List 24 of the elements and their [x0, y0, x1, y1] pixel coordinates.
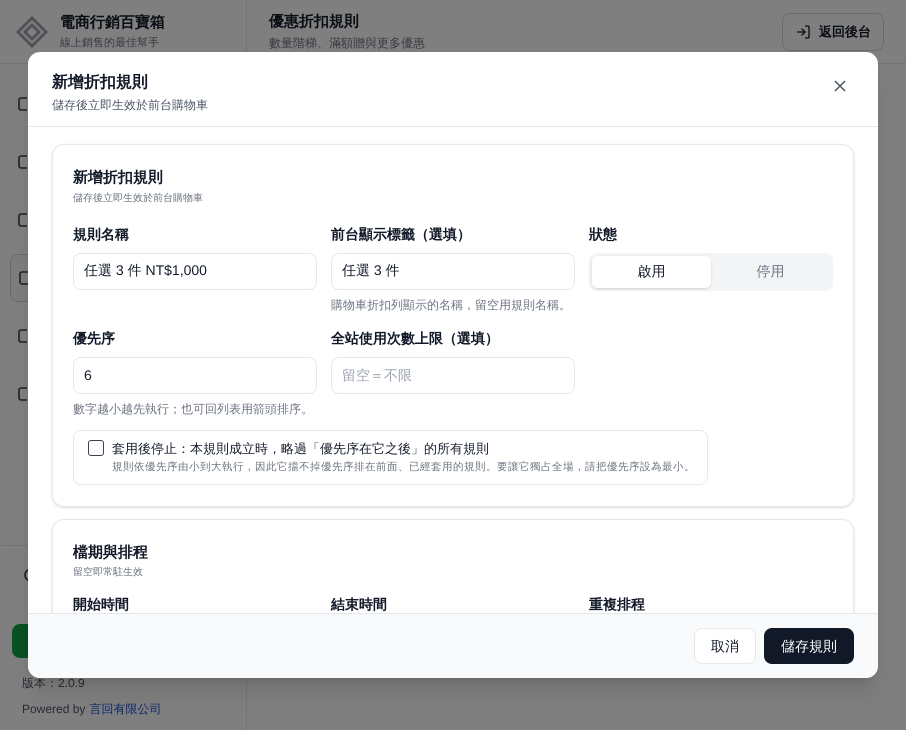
app-name: 電商行銷百寶箱 — [60, 13, 165, 33]
field-label: 狀態 — [589, 224, 618, 244]
help-text: 購物車折扣列顯示的名稱，留空用規則名稱。 — [331, 296, 572, 314]
card-title: 新增折扣規則 — [73, 168, 164, 188]
card-title: 檔期與排程 — [73, 542, 149, 563]
page-subtitle: 數量階梯、滿額贈與更多優惠 — [269, 34, 425, 52]
checkbox-label: 套用後停止：本規則成立時，略過「優先序在它之後」的所有規則 — [112, 440, 490, 458]
version-text: 版本：2.0.9 — [21, 675, 86, 692]
page-title: 優惠折扣規則 — [269, 12, 360, 32]
dialog-title: 新增折扣規則 — [52, 72, 149, 93]
help-text: 數字越小越先執行；也可回列表用箭頭排序。 — [73, 400, 314, 418]
field-label: 規則名稱 — [73, 224, 130, 244]
card-subtitle: 儲存後立即生效於前台購物車 — [73, 192, 204, 206]
field-label: 優先序 — [73, 328, 116, 348]
field-label: 開始時間 — [73, 595, 130, 613]
dialog-subtitle: 儲存後立即生效於前台購物車 — [52, 97, 208, 114]
field-label: 重複排程 — [589, 595, 646, 613]
field-label: 結束時間 — [331, 595, 388, 613]
powered-by-text: Powered by — [22, 701, 86, 718]
checkbox-description: 規則依優先序由小到大執行，因此它擋不掉優先序排在前面、已經套用的規則。要讓它獨占全場，請把優先序設為最小。 — [112, 460, 695, 475]
app-tagline: 線上銷售的最佳幫手 — [60, 36, 160, 50]
card-subtitle: 留空即常駐生效 — [73, 566, 144, 580]
field-label: 全站使用次數上限（選填） — [331, 328, 500, 348]
field-label: 前台顯示標籤（選填） — [331, 224, 472, 244]
